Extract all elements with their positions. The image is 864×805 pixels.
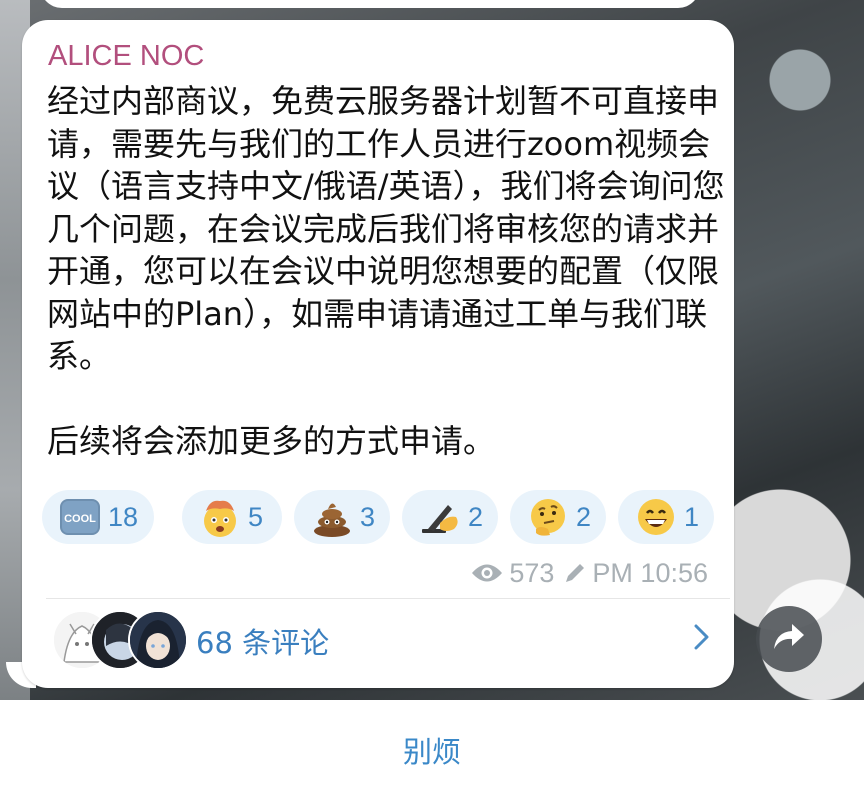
poop-emoji-icon <box>310 495 354 539</box>
svg-text:COOL: COOL <box>64 513 96 525</box>
eye-icon <box>471 562 503 584</box>
message-text: 经过内部商议，免费云服务器计划暂不可直接申请，需要先与我们的工作人员进行zoom… <box>47 82 725 460</box>
reactions-bar: COOL 18 5 3 2 2 1 <box>42 490 722 546</box>
comments-row[interactable]: 68 条评论 <box>52 610 712 670</box>
writing-hand-emoji-icon <box>418 495 462 539</box>
mute-button[interactable]: 别烦 <box>0 700 864 800</box>
reaction-cool[interactable]: COOL 18 <box>42 490 154 544</box>
view-count: 573 <box>509 557 555 588</box>
reaction-poop[interactable]: 3 <box>294 490 390 544</box>
reaction-count: 5 <box>248 501 264 532</box>
channel-post-bubble[interactable]: ALICE NOC 经过内部商议，免费云服务器计划暂不可直接申请，需要先与我们的… <box>22 20 734 688</box>
reaction-count: 2 <box>468 501 484 532</box>
bottom-bar: 别烦 <box>0 700 864 805</box>
divider <box>46 598 730 599</box>
share-button[interactable] <box>756 606 822 672</box>
thinking-face-emoji-icon <box>526 495 570 539</box>
reaction-count: 3 <box>360 501 376 532</box>
sender-name[interactable]: ALICE NOC <box>48 40 204 73</box>
reaction-count: 18 <box>108 501 139 532</box>
reaction-writing-hand[interactable]: 2 <box>402 490 498 544</box>
reaction-grinning-face[interactable]: 1 <box>618 490 714 544</box>
comments-count-label: 68 条评论 <box>196 626 330 660</box>
reaction-thinking-face[interactable]: 2 <box>510 490 606 544</box>
cool-emoji-icon: COOL <box>58 495 102 539</box>
chevron-right-icon <box>692 622 712 656</box>
share-arrow-icon <box>772 622 806 656</box>
post-meta: 573 PM 10:56 <box>471 558 708 588</box>
previous-message-bubble[interactable] <box>40 0 700 8</box>
reaction-count: 2 <box>576 501 592 532</box>
exploding-head-emoji-icon <box>198 495 242 539</box>
pencil-icon <box>564 562 586 584</box>
grinning-face-emoji-icon <box>634 495 678 539</box>
avatar <box>128 610 188 670</box>
reaction-exploding-head[interactable]: 5 <box>182 490 282 544</box>
post-time: PM 10:56 <box>592 557 708 588</box>
reaction-count: 1 <box>684 501 700 532</box>
